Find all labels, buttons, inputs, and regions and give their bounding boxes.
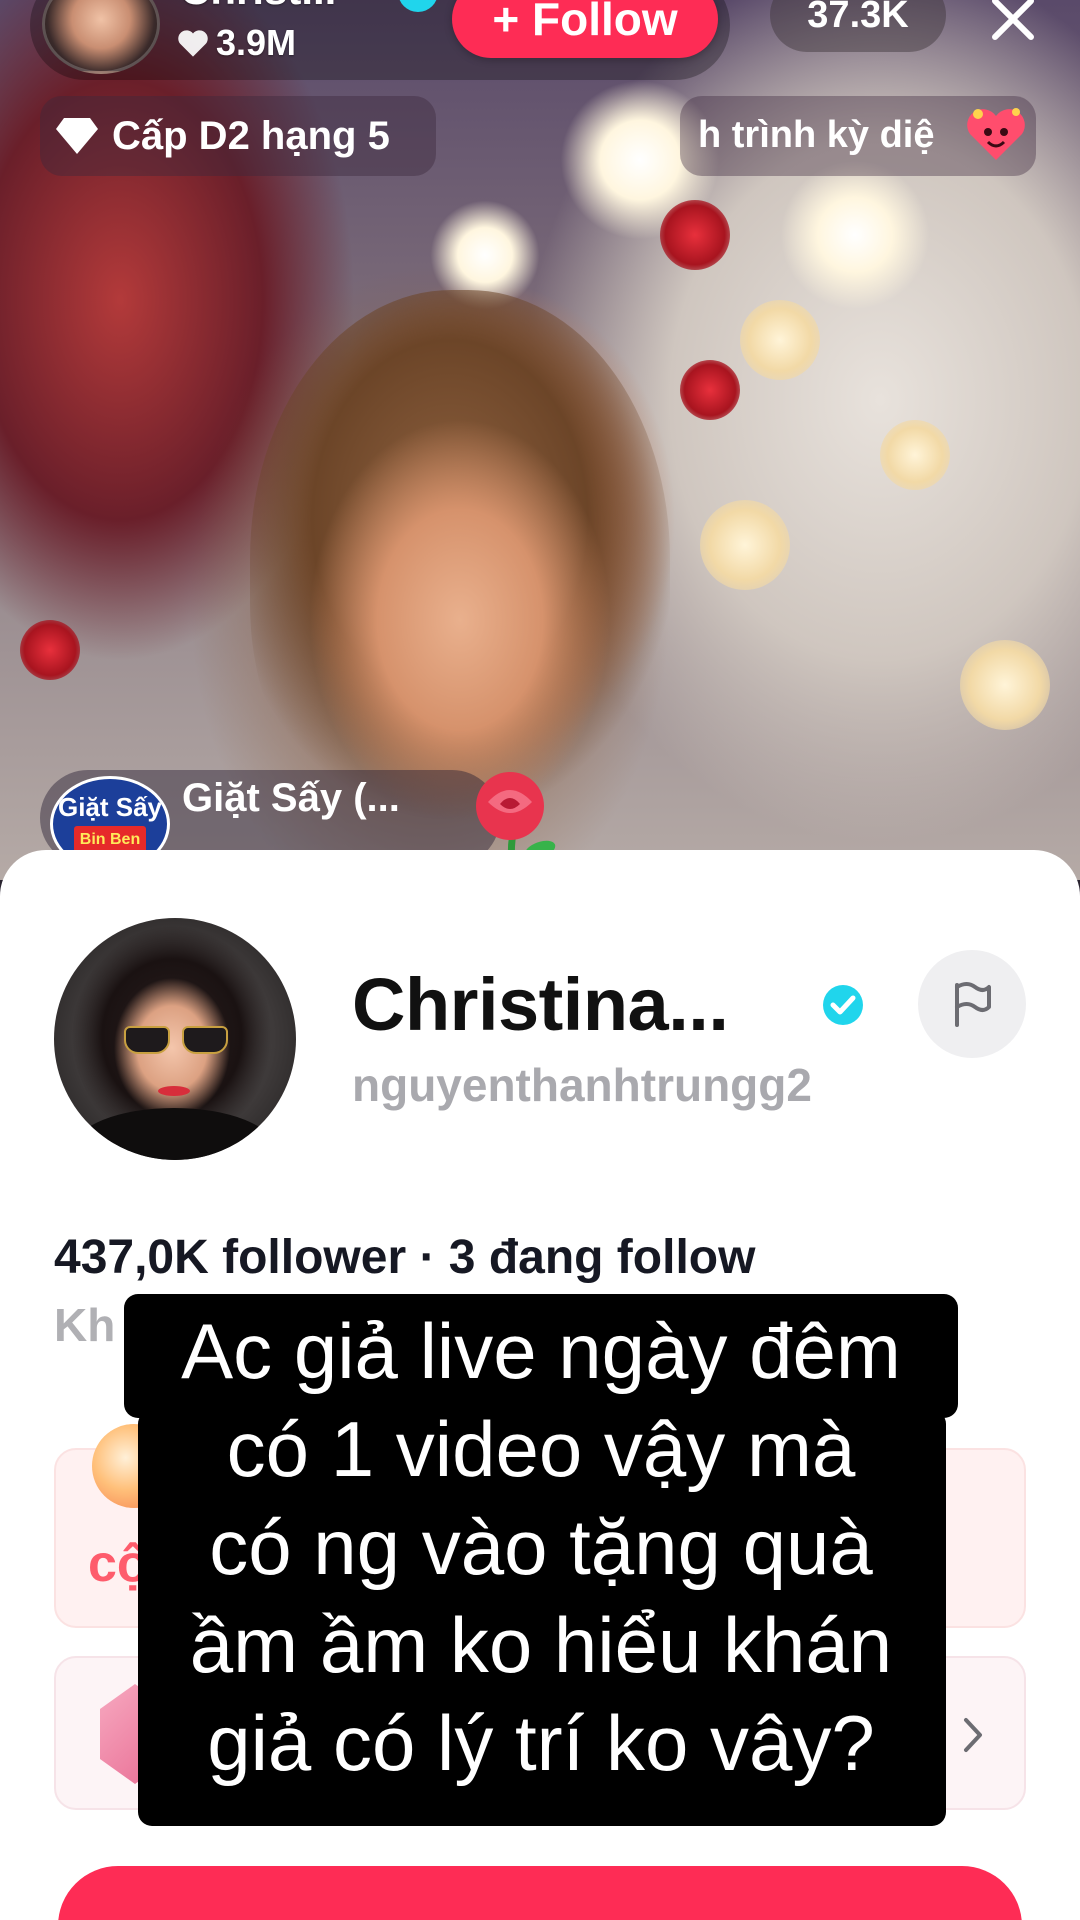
username: nguyenthanhtrungg2 (352, 1059, 812, 1111)
gift-sender-name: Giặt Sấy (... (182, 776, 400, 820)
diamond-icon (56, 118, 98, 154)
host-name[interactable]: Christ... (180, 0, 336, 14)
display-name: Christina... (352, 963, 729, 1046)
follow-button[interactable]: + Follow (452, 0, 718, 58)
journey-label: h trình kỳ diệ (698, 114, 935, 156)
profile-avatar[interactable] (54, 918, 296, 1160)
viewer-count[interactable]: 37.3K (770, 0, 946, 52)
caption-line: ầm ầm ko hiểu khán (189, 1601, 893, 1689)
caption-line: giả có lý trí ko vây? (207, 1699, 875, 1787)
primary-action-button[interactable] (58, 1866, 1022, 1920)
avatar-text: Giặt Sấy (57, 792, 163, 822)
rank-badge[interactable]: Cấp D2 hạng 5 (40, 96, 436, 176)
likes-count: 3.9M (176, 22, 296, 64)
rank-label: Cấp D2 hạng 5 (112, 113, 390, 158)
chevron-right-icon (964, 1718, 982, 1752)
flag-icon (955, 982, 991, 1027)
verified-badge-icon (823, 985, 863, 1025)
close-icon[interactable] (980, 0, 1046, 52)
caption-line: có ng vào tặng quà (209, 1503, 873, 1591)
caption-text: Ac giả live ngày đêm có 1 video vậy mà c… (124, 1302, 958, 1792)
heart-mascot-icon (967, 108, 1025, 160)
likes-value: 3.9M (216, 22, 297, 63)
caption-line: Ac giả live ngày đêm (181, 1307, 901, 1395)
follower-stats[interactable]: 437,0K follower · 3 đang follow (54, 1230, 755, 1285)
bio-text: Kh (54, 1299, 116, 1351)
caption-line: có 1 video vậy mà (226, 1405, 856, 1493)
heart-icon (178, 30, 208, 57)
report-button[interactable] (918, 950, 1026, 1058)
journey-banner[interactable]: h trình kỳ diệ (680, 96, 1036, 176)
